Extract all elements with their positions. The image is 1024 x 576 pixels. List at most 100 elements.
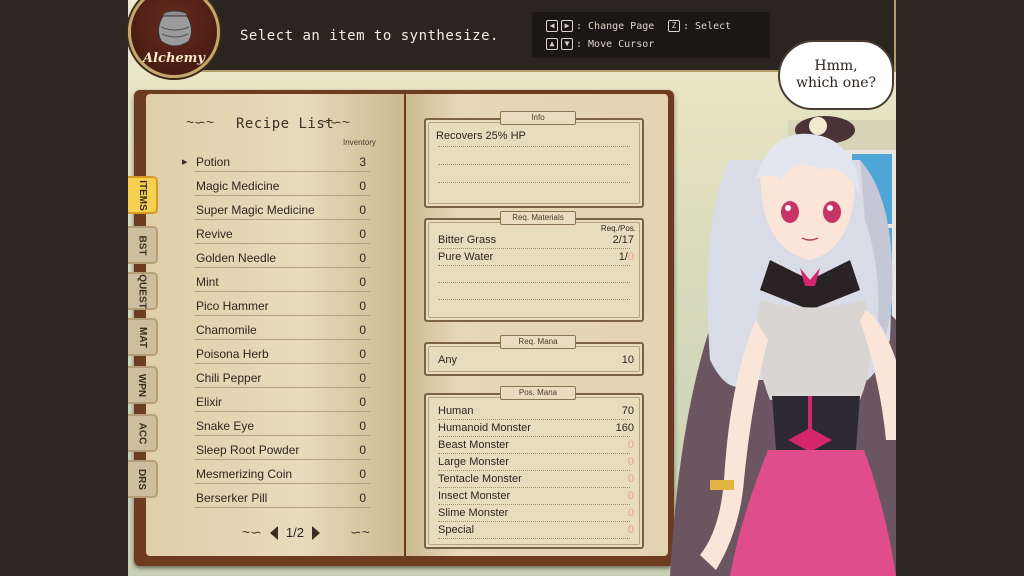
- tab-drs[interactable]: DRS: [128, 460, 158, 498]
- recipe-item-qty: 0: [359, 178, 366, 193]
- recipe-item-qty: 0: [359, 394, 366, 409]
- material-value: 1/0: [618, 251, 634, 263]
- recipe-item-name: Super Magic Medicine: [196, 202, 315, 217]
- pos-mana-value: 0: [627, 524, 634, 536]
- recipe-item-row[interactable]: Berserker Pill 0: [194, 488, 370, 508]
- material-name: Pure Water: [438, 251, 494, 263]
- recipe-item-name: Mint: [196, 274, 219, 289]
- control-change-page: ◀ ▶ : Change Page: [546, 20, 654, 32]
- recipe-item-qty: 3: [359, 154, 366, 169]
- recipe-item-name: Potion: [196, 154, 231, 169]
- tab-quest[interactable]: QUEST: [128, 272, 158, 310]
- recipe-item-row[interactable]: Poisona Herb 0: [194, 344, 370, 364]
- recipe-item-row[interactable]: Magic Medicine 0: [194, 176, 370, 196]
- req-mana-label: Req. Mana: [500, 335, 576, 349]
- game-screen: Select an item to synthesize. ◀ ▶ : Chan…: [0, 0, 1024, 576]
- recipe-item-row[interactable]: Potion 3 ▸: [182, 152, 370, 172]
- req-materials-label: Req. Materials: [500, 211, 576, 225]
- recipe-item-qty: 0: [359, 202, 366, 217]
- recipe-list-title: Recipe List: [236, 116, 335, 132]
- recipe-item-name: Magic Medicine: [196, 178, 280, 193]
- tab-acc[interactable]: ACC: [128, 414, 158, 452]
- recipe-item-qty: 0: [359, 346, 366, 361]
- recipe-item-row[interactable]: Chamomile 0: [194, 320, 370, 340]
- tab-items[interactable]: ITEMS: [128, 176, 158, 214]
- recipe-item-row[interactable]: Super Magic Medicine 0: [194, 200, 370, 220]
- recipe-item-row[interactable]: Chili Pepper 0: [194, 368, 370, 388]
- recipe-item-name: Golden Needle: [196, 250, 277, 265]
- recipe-item-qty: 0: [359, 370, 366, 385]
- flourish-icon: ~∽: [242, 524, 262, 540]
- recipe-item-qty: 0: [359, 466, 366, 481]
- control-label: : Select: [683, 20, 732, 32]
- control-label: : Change Page: [576, 20, 655, 32]
- pos-mana-value: 0: [627, 490, 634, 502]
- recipe-item-row[interactable]: Sleep Root Powder 0: [194, 440, 370, 460]
- recipe-item-row[interactable]: Mint 0: [194, 272, 370, 292]
- info-description: Recovers 25% HP: [436, 130, 526, 142]
- recipe-item-row[interactable]: Golden Needle 0: [194, 248, 370, 268]
- control-move-cursor: ▲ ▼ : Move Cursor: [546, 38, 654, 50]
- inventory-header: Inventory: [343, 138, 376, 147]
- right-key-icon: ▶: [561, 20, 573, 32]
- recipe-item-row[interactable]: Mesmerizing Coin 0: [194, 464, 370, 484]
- pos-mana-name: Tentacle Monster: [438, 473, 522, 485]
- pos-mana-value: 0: [627, 507, 634, 519]
- next-page-icon[interactable]: [311, 525, 320, 540]
- recipe-item-row[interactable]: Elixir 0: [194, 392, 370, 412]
- tab-wpn[interactable]: WPN: [128, 366, 158, 404]
- recipe-item-row[interactable]: Revive 0: [194, 224, 370, 244]
- left-key-icon: ◀: [546, 20, 558, 32]
- pos-mana-label: Pos. Mana: [500, 386, 576, 400]
- selection-cursor-icon: ▸: [182, 156, 188, 168]
- speech-line-2: which one?: [795, 75, 877, 91]
- tab-mat[interactable]: MAT: [128, 318, 158, 356]
- recipe-item-qty: 0: [359, 322, 366, 337]
- recipe-item-qty: 0: [359, 226, 366, 241]
- pos-mana-name: Humanoid Monster: [438, 422, 531, 434]
- tab-bst[interactable]: BST: [128, 226, 158, 264]
- pos-mana-value: 0: [627, 439, 634, 451]
- recipe-item-row[interactable]: Snake Eye 0: [194, 416, 370, 436]
- down-key-icon: ▼: [561, 38, 573, 50]
- info-label: Info: [500, 111, 576, 125]
- up-key-icon: ▲: [546, 38, 558, 50]
- pos-mana-name: Slime Monster: [438, 507, 509, 519]
- recipe-item-qty: 0: [359, 418, 366, 433]
- req-mana-panel: Req. Mana Any 10: [424, 335, 644, 376]
- recipe-item-name: Snake Eye: [196, 418, 255, 433]
- z-key-icon: Z: [668, 20, 680, 32]
- recipe-item-name: Mesmerizing Coin: [196, 466, 293, 481]
- pos-mana-value: 0: [627, 456, 634, 468]
- pot-icon: [157, 10, 193, 47]
- control-label: : Move Cursor: [576, 38, 655, 50]
- material-name: Bitter Grass: [438, 234, 497, 246]
- recipe-item-name: Chili Pepper: [196, 370, 262, 385]
- page-indicator: 1/2: [285, 525, 304, 540]
- character-portrait: [670, 116, 896, 576]
- speech-line-1: Hmm,: [814, 58, 858, 74]
- emblem-label: Alchemy: [143, 51, 205, 66]
- recipe-item-row[interactable]: Pico Hammer 0: [194, 296, 370, 316]
- controls-help: ◀ ▶ : Change Page Z : Select ▲ ▼ : Move …: [532, 12, 770, 58]
- pos-mana-value: 160: [615, 422, 634, 434]
- recipe-item-qty: 0: [359, 274, 366, 289]
- recipe-item-name: Chamomile: [196, 322, 257, 337]
- pos-mana-name: Beast Monster: [438, 439, 509, 451]
- req-mana-value: 10: [621, 354, 634, 366]
- recipe-item-name: Revive: [196, 226, 233, 241]
- page-navigator: ~∽ 1/2 ∽~: [242, 524, 370, 541]
- flourish-icon: ∽~: [349, 524, 370, 540]
- recipe-item-name: Elixir: [196, 394, 222, 409]
- recipe-item-qty: 0: [359, 298, 366, 313]
- instruction-text: Select an item to synthesize.: [240, 28, 499, 44]
- prev-page-icon[interactable]: [269, 525, 278, 540]
- pos-mana-name: Special: [438, 524, 475, 536]
- recipe-item-name: Poisona Herb: [196, 346, 269, 361]
- recipe-item-name: Berserker Pill: [196, 490, 268, 505]
- recipe-item-qty: 0: [359, 250, 366, 265]
- pos-mana-value: 0: [627, 473, 634, 485]
- pos-mana-name: Large Monster: [438, 456, 509, 468]
- pos-mana-name: Insect Monster: [438, 490, 511, 502]
- recipe-item-name: Pico Hammer: [196, 298, 269, 313]
